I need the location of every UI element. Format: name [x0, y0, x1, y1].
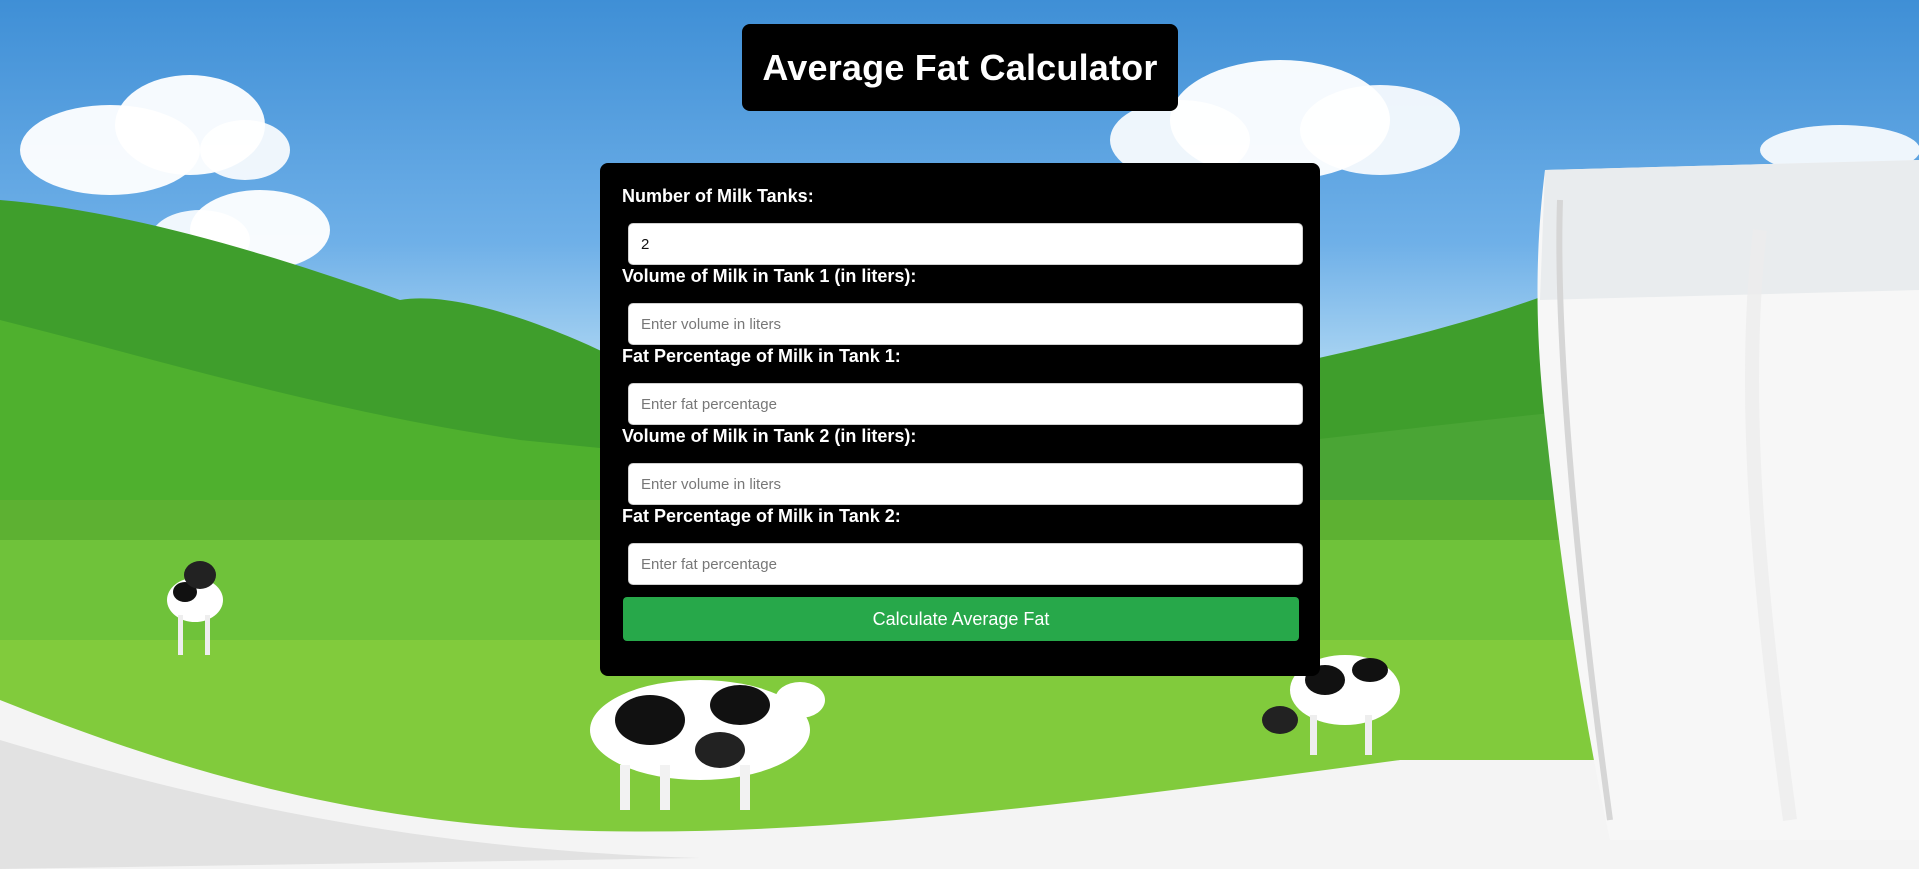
page-title: Average Fat Calculator [762, 46, 1158, 88]
tanks-field-group: Number of Milk Tanks: [622, 185, 1303, 265]
calculate-average-fat-button[interactable]: Calculate Average Fat [623, 597, 1299, 641]
tank2-volume-input[interactable] [628, 463, 1303, 505]
tank2-fat-label: Fat Percentage of Milk in Tank 2: [622, 506, 901, 526]
tanks-count-input[interactable] [628, 223, 1303, 265]
calculator-form: Number of Milk Tanks: Volume of Milk in … [600, 163, 1320, 676]
tank1-fat-label: Fat Percentage of Milk in Tank 1: [622, 346, 901, 366]
tank2-volume-label: Volume of Milk in Tank 2 (in liters): [622, 426, 917, 446]
tank1-fat-input[interactable] [628, 383, 1303, 425]
tank2-fat-group: Fat Percentage of Milk in Tank 2: [622, 505, 1303, 585]
tank2-fat-input[interactable] [628, 543, 1303, 585]
milk-glass [1537, 160, 1919, 840]
tank1-volume-group: Volume of Milk in Tank 1 (in liters): [622, 265, 1303, 345]
tank1-volume-label: Volume of Milk in Tank 1 (in liters): [622, 266, 917, 286]
tank1-fat-group: Fat Percentage of Milk in Tank 1: [622, 345, 1303, 425]
tank2-volume-group: Volume of Milk in Tank 2 (in liters): [622, 425, 1303, 505]
page-title-box: Average Fat Calculator [742, 24, 1178, 111]
tank1-volume-input[interactable] [628, 303, 1303, 345]
tanks-count-label: Number of Milk Tanks: [622, 186, 814, 206]
